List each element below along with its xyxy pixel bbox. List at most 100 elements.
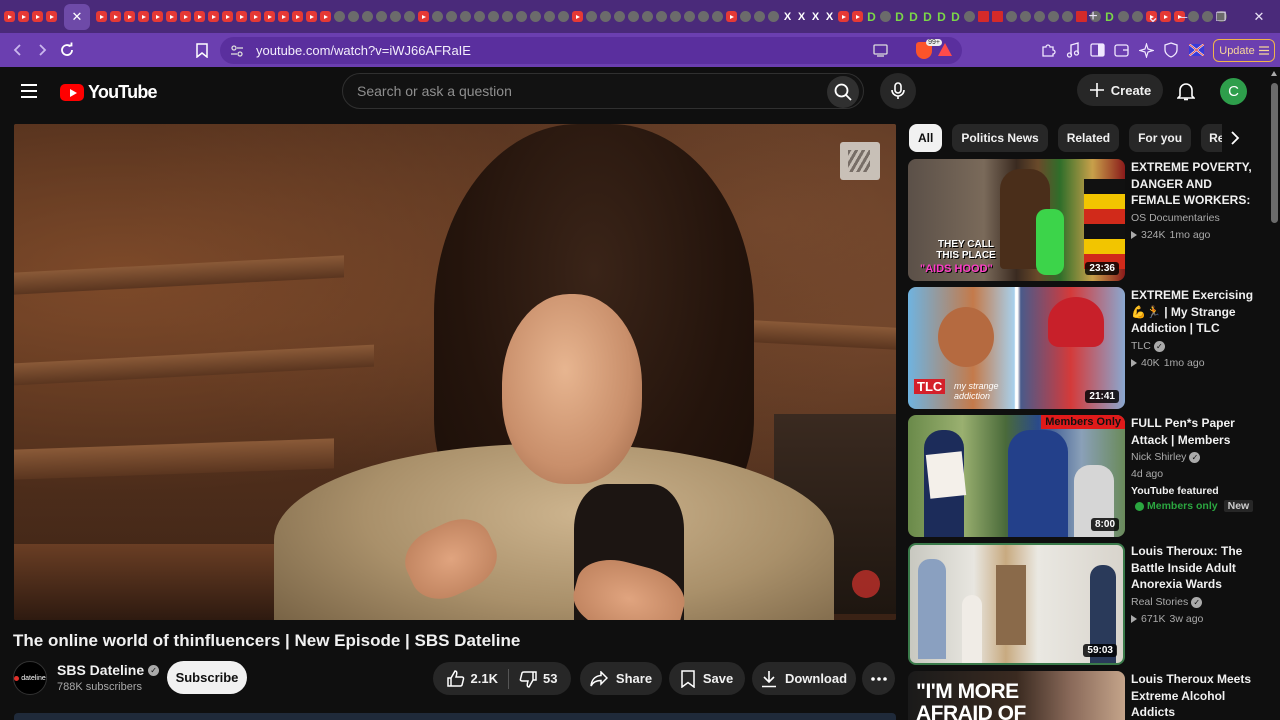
tab-list-button[interactable]: ⌄ <box>1136 0 1170 33</box>
tab-favicon[interactable] <box>222 11 233 22</box>
tab-favicon[interactable] <box>698 11 709 22</box>
tab-favicon[interactable]: X <box>810 11 821 23</box>
tab-favicon[interactable] <box>838 11 849 22</box>
tab-favicon[interactable] <box>614 11 625 22</box>
site-settings-icon[interactable] <box>230 44 244 58</box>
forward-button[interactable] <box>30 38 54 62</box>
tab-favicon[interactable] <box>460 11 471 22</box>
update-button[interactable]: Update <box>1213 39 1275 62</box>
video-thumbnail[interactable]: Members Only 8:00 <box>908 415 1125 537</box>
tab-favicon[interactable] <box>558 11 569 22</box>
recommendation-item[interactable]: 59:03 Louis Theroux: The Battle Inside A… <box>908 543 1258 665</box>
tab-favicon[interactable] <box>166 11 177 22</box>
tab-favicon[interactable] <box>656 11 667 22</box>
video-thumbnail[interactable]: THEY CALL THIS PLACE "AIDS HOOD" 23:36 <box>908 159 1125 281</box>
save-button[interactable]: Save <box>669 662 745 695</box>
tab-favicon[interactable] <box>544 11 555 22</box>
tab-favicon[interactable] <box>18 11 29 22</box>
tab-favicon[interactable] <box>404 11 415 22</box>
more-actions-button[interactable] <box>862 662 895 695</box>
chip-politics-news[interactable]: Politics News <box>952 124 1048 152</box>
share-button[interactable]: Share <box>580 662 662 695</box>
recommendation-item[interactable]: THEY CALL THIS PLACE "AIDS HOOD" 23:36 E… <box>908 159 1258 281</box>
chips-next-button[interactable] <box>1222 124 1248 152</box>
page-scrollbar[interactable] <box>1269 67 1280 720</box>
tab-favicon[interactable] <box>292 11 303 22</box>
tab-favicon[interactable] <box>110 11 121 22</box>
recommendation-title[interactable]: EXTREME Exercising 💪🏃 | My Strange Addic… <box>1131 287 1257 337</box>
chip-all[interactable]: All <box>909 124 943 152</box>
tab-favicon[interactable] <box>768 11 779 22</box>
tab-favicon[interactable] <box>4 11 15 22</box>
tab-favicon[interactable] <box>530 11 541 22</box>
tab-favicon[interactable] <box>250 11 261 22</box>
tab-favicon[interactable] <box>992 11 1003 22</box>
active-tab-close-icon[interactable]: ✕ <box>64 3 90 30</box>
tab-favicon[interactable]: X <box>824 11 835 23</box>
tab-favicon[interactable]: X <box>796 11 807 23</box>
tab-favicon[interactable] <box>712 11 723 22</box>
subscribe-button[interactable]: Subscribe <box>167 661 247 694</box>
tab-favicon[interactable] <box>376 11 387 22</box>
tab-favicon[interactable] <box>642 11 653 22</box>
video-player[interactable] <box>14 124 896 620</box>
tab-favicon[interactable] <box>1034 11 1045 22</box>
video-thumbnail[interactable]: "I'M MORE AFRAID OF <box>908 671 1125 720</box>
tab-favicon[interactable] <box>208 11 219 22</box>
tab-favicon[interactable] <box>726 11 737 22</box>
restore-button[interactable]: ❐ <box>1204 0 1238 33</box>
tab-favicon[interactable] <box>502 11 513 22</box>
tab-favicon[interactable] <box>628 11 639 22</box>
extensions-icon[interactable] <box>1038 41 1058 59</box>
search-button[interactable] <box>827 76 859 108</box>
tab-favicon[interactable] <box>348 11 359 22</box>
chip-related[interactable]: Related <box>1057 124 1120 152</box>
channel-name-link[interactable]: SBS Dateline ✓ <box>57 662 160 678</box>
video-thumbnail[interactable]: 59:03 <box>908 543 1125 665</box>
tab-favicon[interactable] <box>880 11 891 22</box>
tab-favicon[interactable] <box>180 11 191 22</box>
tab-favicon[interactable] <box>1020 11 1031 22</box>
flag-icon[interactable] <box>1186 41 1206 59</box>
tab-favicon[interactable] <box>32 11 43 22</box>
bookmark-button[interactable] <box>190 38 214 62</box>
tab-favicon[interactable]: D <box>866 10 877 24</box>
recommendation-item[interactable]: TLC my strange addiction 21:41 EXTREME E… <box>908 287 1258 409</box>
wallet-icon[interactable] <box>1111 41 1131 59</box>
youtube-logo[interactable]: YouTube <box>60 82 158 103</box>
like-button[interactable]: 2.1K <box>446 669 498 688</box>
tab-favicon[interactable] <box>488 11 499 22</box>
tab-favicon[interactable] <box>516 11 527 22</box>
tab-favicon[interactable] <box>278 11 289 22</box>
tab-favicon[interactable] <box>152 11 163 22</box>
tab-favicon[interactable] <box>236 11 247 22</box>
tab-favicon[interactable]: D <box>908 10 919 24</box>
tab-favicon[interactable] <box>586 11 597 22</box>
tab-favicon[interactable] <box>600 11 611 22</box>
tab-favicon[interactable] <box>96 11 107 22</box>
tab-favicon[interactable] <box>320 11 331 22</box>
search-box[interactable] <box>342 73 864 109</box>
chip-for-you[interactable]: For you <box>1129 124 1192 152</box>
notifications-button[interactable] <box>1172 77 1200 105</box>
tab-favicon[interactable]: D <box>922 10 933 24</box>
tab-favicon[interactable] <box>1048 11 1059 22</box>
music-icon[interactable] <box>1063 41 1083 59</box>
tab-favicon[interactable] <box>754 11 765 22</box>
address-bar[interactable]: youtube.com/watch?v=iWJ66AFRaIE 99+ <box>220 37 962 64</box>
search-input[interactable] <box>357 83 817 99</box>
new-tab-button[interactable]: + <box>1076 0 1110 33</box>
guide-menu-button[interactable] <box>18 79 42 103</box>
recommendation-channel[interactable]: TLC ✓ <box>1131 340 1165 352</box>
recommendation-title[interactable]: FULL Pen*s Paper Attack | Members Only <box>1131 415 1257 449</box>
tab-favicon[interactable] <box>978 11 989 22</box>
recommendation-item[interactable]: Members Only 8:00 FULL Pen*s Paper Attac… <box>908 415 1258 537</box>
minimize-button[interactable]: ─ <box>1166 0 1200 33</box>
scrollbar-thumb[interactable] <box>1271 83 1278 223</box>
tab-favicon[interactable] <box>1118 11 1129 22</box>
channel-avatar[interactable]: dateline <box>13 661 47 695</box>
recommendation-title[interactable]: Louis Theroux Meets Extreme Alcohol Addi… <box>1131 671 1257 720</box>
recommendation-channel[interactable]: OS Documentaries <box>1131 212 1220 224</box>
tab-favicon[interactable] <box>670 11 681 22</box>
sidebar-icon[interactable] <box>1087 41 1107 59</box>
